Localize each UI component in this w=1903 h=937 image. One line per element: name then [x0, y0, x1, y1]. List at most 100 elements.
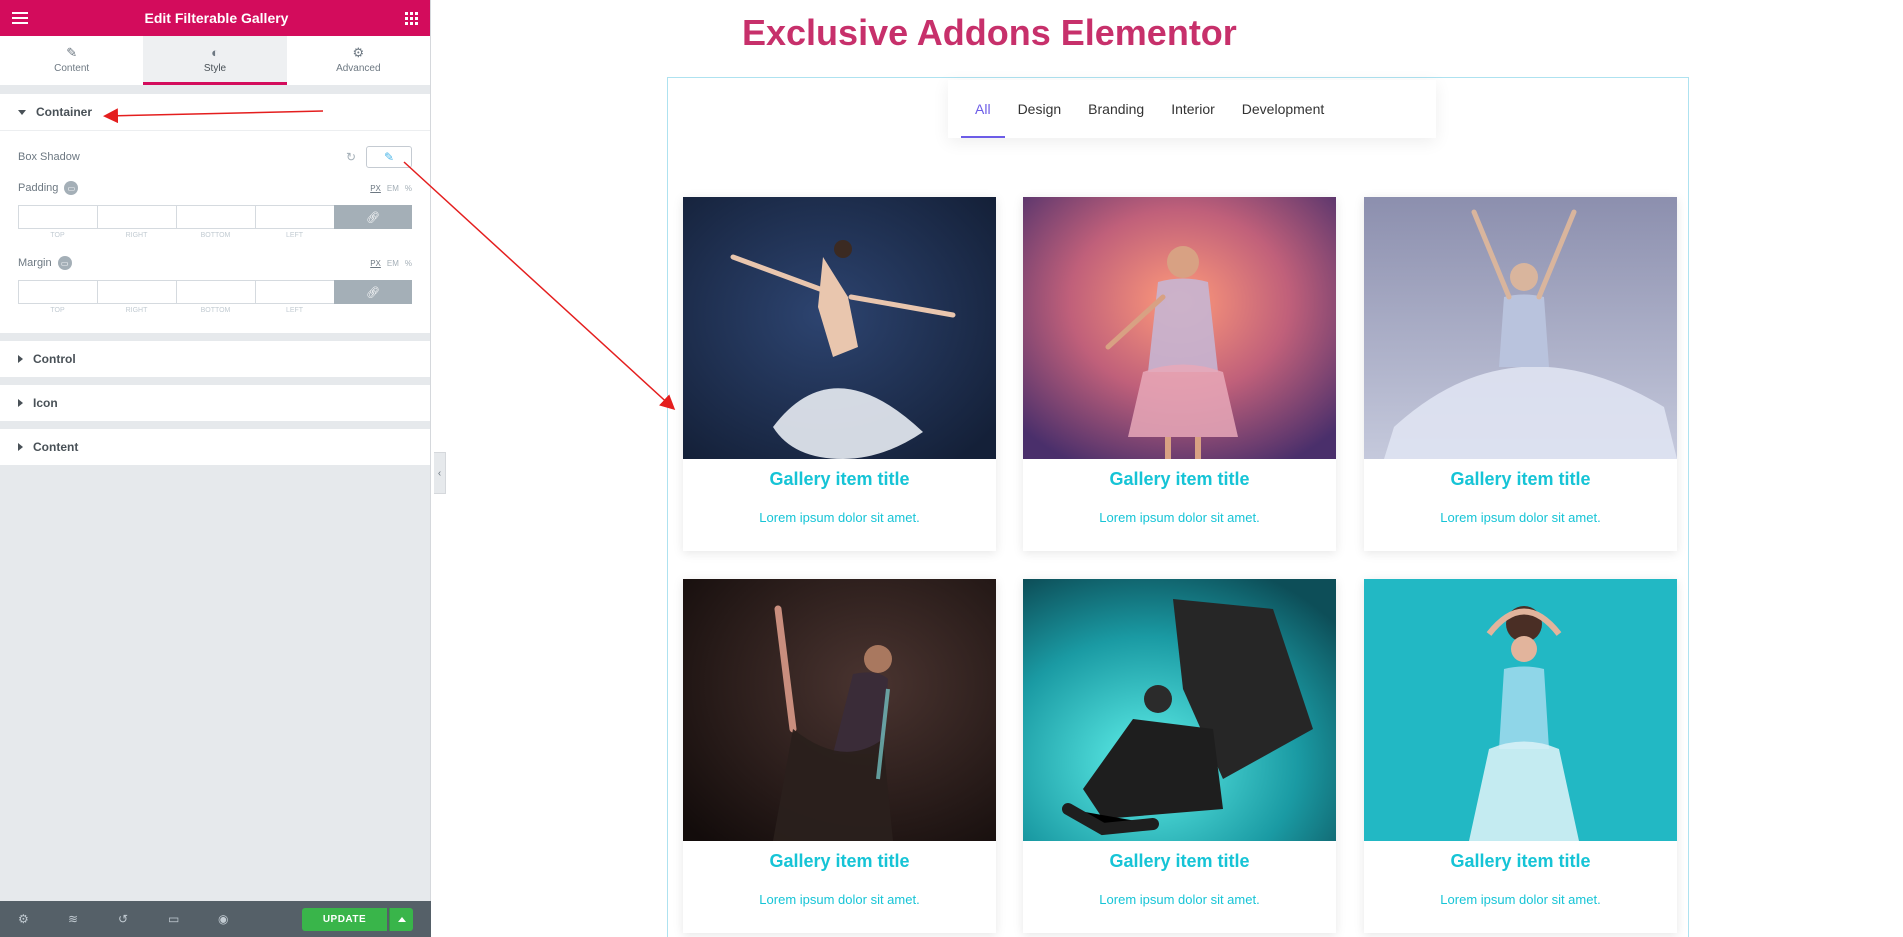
link-icon: 🔗︎ [366, 286, 380, 299]
dim-label-right: RIGHT [125, 232, 148, 239]
tab-style[interactable]: ◐ Style [143, 36, 287, 85]
margin-right-input[interactable] [97, 280, 176, 304]
margin-inputs: 🔗︎ [18, 280, 412, 304]
gear-icon: ⚙ [352, 44, 365, 60]
unit-em[interactable]: EM [387, 184, 399, 193]
responsive-icon[interactable]: ▭ [57, 256, 72, 270]
pencil-icon: ✎ [66, 44, 78, 60]
gallery-item[interactable]: Gallery item title Lorem ipsum dolor sit… [1364, 197, 1677, 551]
section-label: Icon [33, 396, 58, 410]
filter-branding[interactable]: Branding [1088, 80, 1144, 138]
margin-units: PX EM % [370, 259, 412, 268]
tab-content[interactable]: ✎ Content [0, 36, 143, 85]
padding-right-input[interactable] [97, 205, 176, 229]
margin-control-header: Margin ▭ PX EM % [18, 254, 412, 272]
tab-label: Style [203, 62, 227, 74]
girl-dancer-image [1023, 197, 1336, 459]
panel-header: Edit Filterable Gallery [0, 0, 430, 36]
section-container-header[interactable]: Container [0, 94, 430, 130]
filter-development[interactable]: Development [1242, 80, 1325, 138]
padding-bottom-input[interactable] [176, 205, 255, 229]
gallery-item-title: Gallery item title [769, 851, 910, 871]
section-label: Container [36, 105, 93, 119]
margin-left-input[interactable] [255, 280, 334, 304]
padding-top-input[interactable] [18, 205, 97, 229]
gallery-item[interactable]: Gallery item title Lorem ipsum dolor sit… [1364, 579, 1677, 933]
box-shadow-label: Box Shadow [18, 151, 80, 163]
gallery-item-title: Gallery item title [1450, 469, 1591, 489]
margin-top-input[interactable] [18, 280, 97, 304]
margin-bottom-input[interactable] [176, 280, 255, 304]
gallery-image-dancer [1364, 197, 1677, 459]
unit-px[interactable]: PX [370, 259, 381, 268]
annotation-arrow [403, 161, 676, 411]
padding-left-input[interactable] [255, 205, 334, 229]
unit-percent[interactable]: % [405, 259, 412, 268]
menu-icon[interactable] [12, 12, 28, 24]
gallery-item[interactable]: Gallery item title Lorem ipsum dolor sit… [683, 197, 996, 551]
ballet-leap-image [683, 197, 996, 459]
gallery-item-desc: Lorem ipsum dolor sit amet. [1099, 510, 1260, 525]
dim-label-top: TOP [50, 307, 65, 314]
link-icon: 🔗︎ [366, 211, 380, 224]
section-content[interactable]: Content [0, 429, 430, 465]
tab-label: Advanced [336, 62, 381, 74]
gallery-image-dancer [1023, 197, 1336, 459]
gallery-item[interactable]: Gallery item title Lorem ipsum dolor sit… [1023, 579, 1336, 933]
padding-label: Padding [18, 182, 59, 194]
filter-design[interactable]: Design [1018, 80, 1062, 138]
gallery-item[interactable]: Gallery item title Lorem ipsum dolor sit… [1023, 197, 1336, 551]
tab-advanced[interactable]: ⚙ Advanced [287, 36, 430, 85]
section-control-header[interactable]: Control [0, 341, 430, 377]
dim-label-left: LEFT [285, 307, 304, 314]
hiphop-dancer-image [1023, 579, 1336, 841]
unit-px[interactable]: PX [370, 184, 381, 193]
caret-right-icon [18, 399, 23, 407]
gallery-image-dancer [1023, 579, 1336, 841]
collapse-panel-button[interactable]: ‹ [434, 452, 446, 494]
contrast-icon: ◐ [211, 44, 219, 60]
gallery-item-desc: Lorem ipsum dolor sit amet. [1099, 892, 1260, 907]
update-button[interactable]: UPDATE [302, 908, 387, 931]
box-shadow-control: Box Shadow ↻ ✎ [18, 143, 412, 171]
section-label: Content [33, 440, 79, 454]
caret-down-icon [18, 109, 26, 115]
margin-label: Margin [18, 257, 52, 269]
responsive-icon[interactable]: ▭ [64, 181, 79, 195]
filter-all[interactable]: All [961, 80, 1004, 138]
gallery-image-dancer [683, 579, 996, 841]
padding-dim-labels: TOP RIGHT BOTTOM LEFT [18, 232, 412, 242]
history-icon[interactable]: ↺ [118, 912, 168, 926]
preview-icon[interactable]: ◉ [218, 912, 268, 926]
padding-control-header: Padding ▭ PX EM % [18, 179, 412, 197]
link-values-button[interactable]: 🔗︎ [334, 280, 412, 304]
gallery-item-title: Gallery item title [1109, 851, 1250, 871]
section-container: Container Box Shadow ↻ ✎ Padding ▭ PX EM… [0, 94, 430, 333]
section-content-header[interactable]: Content [0, 429, 430, 465]
dim-label-bottom: BOTTOM [200, 307, 231, 314]
section-icon-header[interactable]: Icon [0, 385, 430, 421]
margin-dim-labels: TOP RIGHT BOTTOM LEFT [18, 307, 412, 317]
gallery-item[interactable]: Gallery item title Lorem ipsum dolor sit… [683, 579, 996, 933]
section-control[interactable]: Control [0, 341, 430, 377]
widgets-grid-icon[interactable] [405, 11, 418, 25]
update-options-button[interactable] [389, 908, 413, 931]
responsive-icon[interactable]: ▭ [168, 912, 218, 926]
layers-icon[interactable]: ≋ [68, 912, 118, 926]
section-icon[interactable]: Icon [0, 385, 430, 421]
filter-interior[interactable]: Interior [1171, 80, 1215, 138]
panel-tabs: ✎ Content ◐ Style ⚙ Advanced [0, 36, 430, 86]
panel-footer: ⚙ ≋ ↺ ▭ ◉ UPDATE [0, 901, 431, 937]
link-values-button[interactable]: 🔗︎ [334, 205, 412, 229]
settings-icon[interactable]: ⚙ [18, 912, 68, 926]
box-shadow-edit-button[interactable]: ✎ [366, 146, 412, 168]
filter-bar: All Design Branding Interior Development [948, 80, 1436, 138]
pencil-icon: ✎ [383, 150, 395, 164]
unit-em[interactable]: EM [387, 259, 399, 268]
chevron-up-icon [397, 917, 406, 922]
reset-icon[interactable]: ↻ [346, 150, 356, 164]
app-root: Edit Filterable Gallery ✎ Content ◐ Styl… [0, 0, 1903, 937]
dim-label-left: LEFT [285, 232, 304, 239]
gallery-item-desc: Lorem ipsum dolor sit amet. [759, 510, 920, 525]
unit-percent[interactable]: % [405, 184, 412, 193]
